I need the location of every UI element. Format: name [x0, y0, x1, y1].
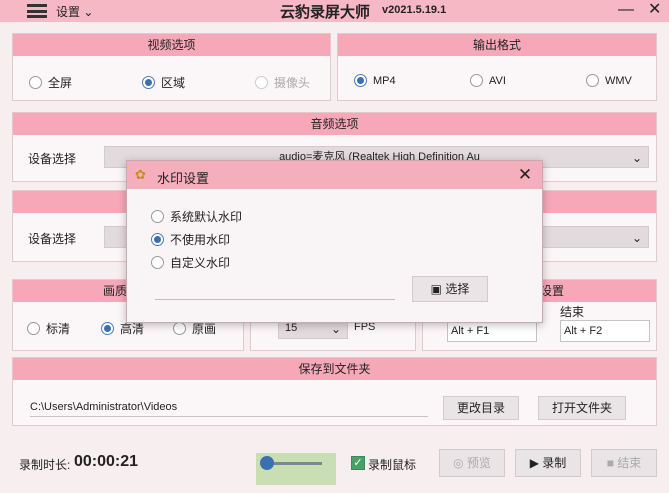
record-label: 录制	[542, 456, 567, 470]
watermark-dialog-title: 水印设置	[157, 171, 210, 186]
radio-default-watermark[interactable]: 系统默认水印	[151, 208, 242, 225]
radio-circle	[173, 322, 186, 335]
hamburger-menu-icon[interactable]	[24, 2, 50, 20]
radio-label: 摄像头	[274, 76, 311, 90]
chevron-down-icon: ⌄	[631, 231, 642, 245]
volume-slider-track[interactable]	[266, 462, 322, 465]
fps-value: 15	[285, 322, 298, 334]
audio-options-header: 音频选项	[13, 113, 656, 135]
radio-circle	[470, 74, 483, 87]
preview-button[interactable]: ◎ 预览	[439, 449, 505, 477]
close-button[interactable]: ✕	[648, 0, 661, 20]
video-options-panel: 视频选项 全屏 区域 摄像头	[12, 33, 331, 101]
radio-custom-watermark[interactable]: 自定义水印	[151, 254, 230, 271]
radio-circle	[255, 76, 268, 89]
duration-value: 00:00:21	[74, 453, 139, 470]
radio-circle	[29, 76, 42, 89]
radio-camera[interactable]: 摄像头	[255, 74, 310, 91]
radio-circle	[142, 76, 155, 89]
video-options-header: 视频选项	[13, 34, 330, 56]
radio-circle	[27, 322, 40, 335]
radio-wmv[interactable]: WMV	[586, 74, 632, 87]
radio-circle	[586, 74, 599, 87]
select-label: 选择	[445, 282, 470, 296]
radio-circle	[151, 233, 164, 246]
settings-label: 设置	[56, 5, 81, 19]
radio-avi[interactable]: AVI	[470, 74, 506, 87]
radio-label: 全屏	[48, 76, 73, 90]
radio-mp4[interactable]: MP4	[354, 74, 396, 87]
radio-circle	[151, 256, 164, 269]
save-folder-header: 保存到文件夹	[13, 358, 656, 380]
radio-label: 自定义水印	[170, 256, 231, 270]
settings-menu[interactable]: 设置 ⌄	[56, 3, 93, 20]
image-icon: ▣	[430, 282, 442, 296]
record-mouse-label: 录制鼠标	[368, 458, 417, 472]
end-hotkey-label: 结束	[560, 305, 585, 319]
stop-label: 结束	[617, 456, 642, 470]
open-folder-button[interactable]: 打开文件夹	[538, 396, 626, 420]
radio-circle	[354, 74, 367, 87]
stop-icon: ■	[606, 456, 614, 470]
record-mouse-checkbox[interactable]: ✓	[351, 456, 365, 470]
duration-label: 录制时长:	[19, 458, 71, 472]
save-folder-panel: 保存到文件夹 C:\Users\Administrator\Videos 更改目…	[12, 357, 657, 426]
change-directory-button[interactable]: 更改目录	[443, 396, 519, 420]
output-format-panel: 输出格式 MP4 AVI WMV	[337, 33, 657, 101]
camera-device-label: 设备选择	[28, 232, 77, 246]
play-icon: ▶	[529, 456, 539, 470]
play-circle-icon: ◎	[453, 456, 464, 470]
watermark-path-field[interactable]	[155, 299, 395, 300]
radio-sd[interactable]: 标清	[27, 320, 70, 337]
app-title: 云豹录屏大师	[280, 4, 371, 21]
chevron-down-icon: ⌄	[83, 5, 94, 19]
start-hotkey-field[interactable]: Alt + F1	[447, 320, 537, 342]
radio-label: 区域	[161, 76, 186, 90]
radio-label: MP4	[373, 74, 396, 87]
leopard-logo-icon: ✿	[135, 167, 146, 182]
radio-fullscreen[interactable]: 全屏	[29, 74, 72, 91]
select-image-button[interactable]: ▣ 选择	[412, 276, 488, 302]
volume-slider-handle[interactable]	[260, 456, 274, 470]
record-button[interactable]: ▶ 录制	[515, 449, 581, 477]
radio-region[interactable]: 区域	[142, 74, 185, 91]
radio-label: WMV	[605, 74, 632, 87]
radio-no-watermark[interactable]: 不使用水印	[151, 231, 230, 248]
radio-circle	[101, 322, 114, 335]
radio-label: AVI	[489, 74, 506, 87]
audio-device-label: 设备选择	[28, 152, 77, 166]
minimize-button[interactable]: —	[618, 0, 634, 20]
radio-label: 标清	[46, 322, 71, 336]
watermark-dialog-header: ✿ 水印设置 ✕	[127, 161, 542, 189]
watermark-dialog: ✿ 水印设置 ✕ 系统默认水印 不使用水印 自定义水印 ▣ 选择	[126, 160, 543, 323]
title-bar: 设置 ⌄ 云豹录屏大师 v2021.5.19.1 — ✕	[0, 0, 669, 22]
dialog-close-button[interactable]: ✕	[514, 164, 536, 186]
preview-label: 预览	[466, 456, 491, 470]
output-format-header: 输出格式	[338, 34, 656, 56]
radio-label: 不使用水印	[170, 233, 231, 247]
chevron-down-icon: ⌄	[631, 151, 642, 165]
app-version: v2021.5.19.1	[382, 4, 447, 16]
radio-label: 系统默认水印	[170, 210, 243, 224]
save-path-field[interactable]: C:\Users\Administrator\Videos	[30, 401, 428, 417]
radio-circle	[151, 210, 164, 223]
stop-button[interactable]: ■ 结束	[591, 449, 657, 477]
end-hotkey-field[interactable]: Alt + F2	[560, 320, 650, 342]
